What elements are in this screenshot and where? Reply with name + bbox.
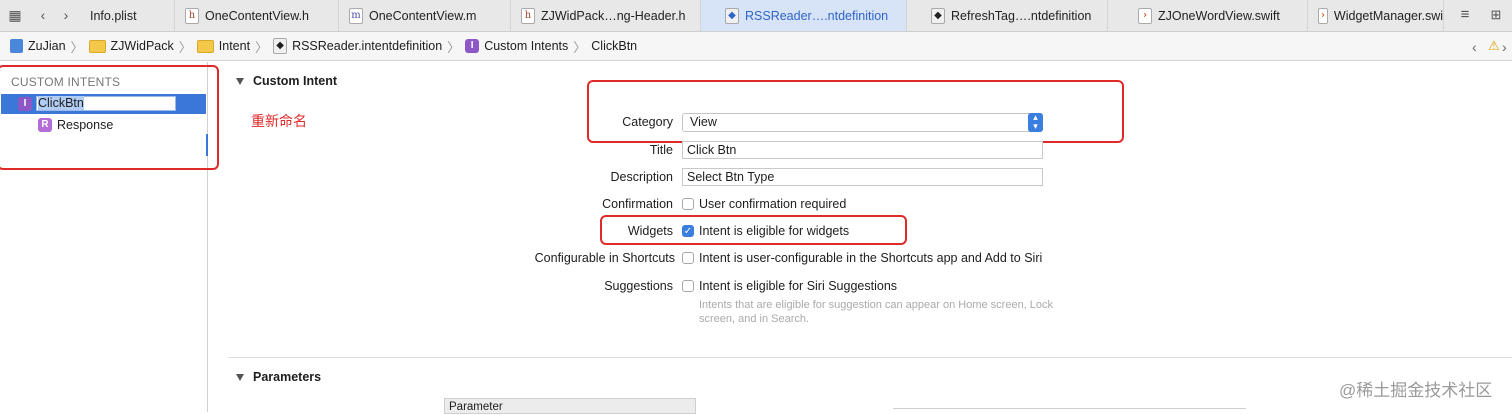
confirmation-checkbox-label[interactable]: User confirmation required — [699, 197, 846, 211]
intent-icon: I — [465, 39, 480, 53]
editor-options-icon[interactable]: ≡ — [1454, 7, 1476, 23]
section-title: Custom Intent — [253, 74, 338, 88]
description-label: Description — [610, 170, 673, 184]
header-file-icon: h — [521, 7, 535, 24]
highlight-box-widgets — [600, 215, 907, 245]
folder-icon — [196, 39, 214, 53]
parameter-detail-field — [893, 408, 1246, 413]
suggestions-hint: Intents that are eligible for suggestion… — [699, 299, 1054, 325]
confirmation-label: Confirmation — [602, 197, 673, 211]
tab-label: RSSReader….ntdefinition — [745, 8, 889, 23]
forward-arrow-icon[interactable]: › — [58, 7, 74, 23]
header-file-icon: h — [185, 7, 199, 24]
chevron-right-icon: 〉 — [255, 39, 269, 55]
intent-definition-icon: ◆ — [931, 7, 945, 24]
disclosure-triangle-icon[interactable] — [236, 374, 244, 382]
tab-label: ZJWidPack…ng-Header.h — [541, 8, 686, 23]
description-field[interactable]: Select Btn Type — [682, 168, 1043, 186]
watermark: @稀土掘金技术社区 — [1339, 381, 1493, 400]
grid-icon[interactable]: ▦ — [7, 7, 23, 23]
tab-refreshtag-intentdefinition[interactable]: ◆ RefreshTag….ntdefinition — [907, 0, 1108, 31]
suggestions-checkbox[interactable] — [682, 280, 694, 292]
warning-icon[interactable]: ⚠ — [1488, 38, 1500, 54]
custom-intent-section-header[interactable]: Custom Intent — [236, 74, 337, 88]
breadcrumb-label: RSSReader.intentdefinition — [292, 39, 443, 53]
intent-definition-icon: ◆ — [273, 38, 288, 54]
chevron-right-icon: 〉 — [178, 39, 192, 55]
intent-definition-icon: ◆ — [725, 7, 739, 24]
shortcuts-checkbox[interactable] — [682, 252, 694, 264]
tab-onecontentview-m[interactable]: m OneContentView.m — [339, 0, 511, 31]
implementation-file-icon: m — [349, 7, 363, 24]
section-title: Parameters — [253, 370, 322, 384]
jump-bar: ZuJian 〉 ZJWidPack 〉 Intent 〉 ◆ RSSReade… — [0, 32, 1512, 61]
tab-label: RefreshTag….ntdefinition — [951, 8, 1092, 23]
breadcrumb-label: Intent — [218, 39, 251, 53]
highlight-box-sidebar — [0, 65, 219, 170]
breadcrumb-file[interactable]: ◆ RSSReader.intentdefinition — [273, 38, 442, 54]
tab-rssreader-intentdefinition[interactable]: ◆ RSSReader….ntdefinition — [701, 0, 907, 31]
breadcrumb-label: Custom Intents — [484, 39, 569, 53]
shortcuts-label: Configurable in Shortcuts — [534, 251, 675, 265]
breadcrumb-project[interactable]: ZuJian — [10, 39, 66, 53]
back-arrow-icon[interactable]: ‹ — [35, 7, 51, 23]
section-divider — [228, 357, 1512, 358]
breadcrumb-label: ZuJian — [28, 39, 66, 53]
title-field[interactable]: Click Btn — [682, 141, 1043, 159]
project-icon — [10, 39, 23, 53]
breadcrumb-label: ClickBtn — [591, 39, 638, 53]
swift-file-icon: › — [1318, 7, 1328, 24]
tab-label: OneContentView.m — [369, 8, 477, 23]
tab-label: WidgetManager.swi — [1333, 8, 1443, 23]
next-issue-icon[interactable]: › — [1502, 39, 1507, 55]
chevron-right-icon: 〉 — [447, 39, 461, 55]
swift-file-icon: › — [1138, 7, 1152, 24]
tab-onecontentview-h[interactable]: h OneContentView.h — [175, 0, 339, 31]
folder-icon — [88, 39, 106, 53]
suggestions-checkbox-label[interactable]: Intent is eligible for Siri Suggestions — [699, 279, 897, 293]
tab-bridging-header[interactable]: h ZJWidPack…ng-Header.h — [511, 0, 701, 31]
editor-tab-bar: ▦ ‹ › Info.plist h OneContentView.h m On… — [0, 0, 1512, 32]
breadcrumb-custom-intents[interactable]: I Custom Intents — [465, 39, 568, 53]
breadcrumb-label: ZJWidPack — [110, 39, 174, 53]
tab-zjonewordview-swift[interactable]: › ZJOneWordView.swift — [1108, 0, 1308, 31]
tab-widgetmanager-swift[interactable]: › WidgetManager.swi — [1308, 0, 1444, 31]
tab-info-plist[interactable]: Info.plist — [80, 0, 175, 31]
add-editor-icon[interactable]: ⊞ — [1486, 7, 1506, 23]
shortcuts-checkbox-label[interactable]: Intent is user-configurable in the Short… — [699, 251, 1042, 265]
chevron-right-icon: 〉 — [70, 39, 84, 55]
parameters-section-header[interactable]: Parameters — [236, 370, 321, 384]
previous-issue-icon[interactable]: ‹ — [1472, 39, 1477, 55]
breadcrumb-group-zjwidpack[interactable]: ZJWidPack — [88, 39, 174, 53]
tab-label: Info.plist — [90, 8, 137, 23]
suggestions-label: Suggestions — [604, 279, 673, 293]
breadcrumb-clickbtn[interactable]: ClickBtn — [591, 39, 637, 53]
rename-annotation: 重新命名 — [251, 113, 307, 129]
tab-label: OneContentView.h — [205, 8, 310, 23]
highlight-box-category — [587, 80, 1124, 143]
tab-label: ZJOneWordView.swift — [1158, 8, 1280, 23]
confirmation-checkbox[interactable] — [682, 198, 694, 210]
breadcrumb-group-intent[interactable]: Intent — [196, 39, 251, 53]
chevron-right-icon: 〉 — [573, 39, 587, 55]
title-label: Title — [649, 143, 673, 157]
disclosure-triangle-icon[interactable] — [236, 78, 244, 86]
